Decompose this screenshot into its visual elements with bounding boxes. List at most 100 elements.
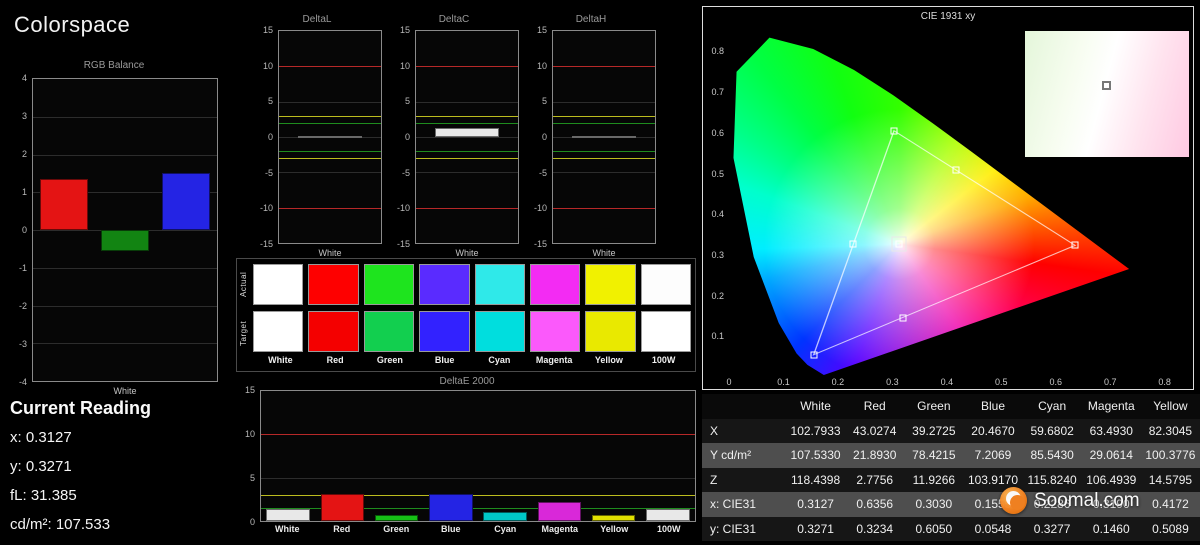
gridline bbox=[279, 172, 381, 173]
x-axis-label: White bbox=[32, 386, 218, 396]
table-value-cell: 39.2725 bbox=[904, 424, 963, 438]
swatch-target-red bbox=[308, 311, 358, 352]
watermark-text: Soomal.com bbox=[1034, 490, 1140, 512]
y-tick-label: -15 bbox=[260, 239, 273, 249]
table-value-cell: 63.4930 bbox=[1082, 424, 1141, 438]
swatch-grid bbox=[253, 264, 691, 352]
table-column-header: Magenta bbox=[1082, 399, 1141, 413]
y-tick-label: 10 bbox=[400, 61, 410, 71]
x-tick-label: 0.2 bbox=[832, 377, 845, 387]
y-axis: 151050-5-10-15 bbox=[387, 30, 413, 244]
y-tick-label: 0.1 bbox=[711, 331, 724, 341]
gridline bbox=[416, 172, 518, 173]
x-axis-label: Green bbox=[369, 524, 424, 534]
x-axis-labels: White bbox=[32, 386, 218, 398]
x-axis-label: Red bbox=[315, 524, 370, 534]
limit-line bbox=[416, 151, 518, 152]
y-tick-label: 5 bbox=[250, 473, 255, 483]
y-tick-label: 1 bbox=[22, 187, 27, 197]
y-tick-label: 0 bbox=[405, 132, 410, 142]
limit-line bbox=[553, 116, 655, 117]
y-tick-label: -10 bbox=[534, 203, 547, 213]
y-tick-label: -2 bbox=[19, 301, 27, 311]
x-tick-label: 0.4 bbox=[941, 377, 954, 387]
cie-1931-diagram: CIE 1931 xy 0.10.20.30.40.50.60.70.8 00.… bbox=[702, 6, 1194, 390]
y-tick-label: 0 bbox=[268, 132, 273, 142]
table-value-cell: 100.3776 bbox=[1141, 448, 1200, 462]
limit-line bbox=[553, 158, 655, 159]
table-value-cell: 85.5430 bbox=[1023, 448, 1082, 462]
table-row-label: y: CIE31 bbox=[702, 522, 786, 536]
y-tick-label: -1 bbox=[19, 263, 27, 273]
y-tick-label: -10 bbox=[260, 203, 273, 213]
delta-h-chart: DeltaH 151050-5-10-15 White bbox=[520, 12, 662, 266]
current-reading-heading: Current Reading bbox=[10, 398, 230, 419]
table-row-label: Z bbox=[702, 473, 786, 487]
swatch-row-labels: ActualTarget bbox=[239, 259, 252, 371]
table-value-cell: 2.7756 bbox=[845, 473, 904, 487]
y-tick-label: 10 bbox=[263, 61, 273, 71]
y-tick-label: 15 bbox=[537, 25, 547, 35]
table-value-cell: 0.3127 bbox=[786, 497, 845, 511]
bar-blue bbox=[429, 494, 472, 521]
table-value-cell: 106.4939 bbox=[1082, 473, 1141, 487]
limit-line bbox=[416, 208, 518, 209]
x-axis-label: Blue bbox=[424, 524, 479, 534]
swatch-actual-blue bbox=[419, 264, 469, 305]
x-tick-label: 0.6 bbox=[1049, 377, 1062, 387]
y-tick-label: 10 bbox=[245, 429, 255, 439]
swatch-actual-green bbox=[364, 264, 414, 305]
y-tick-label: 15 bbox=[245, 385, 255, 395]
x-axis-label: White bbox=[278, 248, 382, 258]
table-column-header: Red bbox=[845, 399, 904, 413]
table-value-cell: 107.5330 bbox=[786, 448, 845, 462]
y-tick-label: -3 bbox=[19, 339, 27, 349]
delta-e-2000-chart: DeltaE 2000 151050 WhiteRedGreenBlueCyan… bbox=[236, 374, 698, 538]
bar-100w bbox=[646, 509, 689, 521]
gridline bbox=[33, 343, 217, 344]
swatch-column-label: White bbox=[253, 355, 308, 365]
y-axis: 151050-5-10-15 bbox=[524, 30, 550, 244]
gridline bbox=[33, 117, 217, 118]
y-tick-label: -4 bbox=[19, 377, 27, 387]
x-axis-label: 100W bbox=[642, 524, 697, 534]
table-column-header: Cyan bbox=[1023, 399, 1082, 413]
bar-green bbox=[101, 230, 149, 251]
table-value-cell: 102.7933 bbox=[786, 424, 845, 438]
gridline bbox=[33, 155, 217, 156]
gridline bbox=[553, 102, 655, 103]
cie-marker-magenta bbox=[899, 314, 906, 321]
swatch-column-label: Red bbox=[308, 355, 363, 365]
table-value-cell: 0.5089 bbox=[1141, 522, 1200, 536]
color-swatch-panel: ActualTarget WhiteRedGreenBlueCyanMagent… bbox=[236, 258, 696, 372]
plot-area bbox=[278, 30, 382, 244]
table-value-cell: 11.9266 bbox=[904, 473, 963, 487]
table-value-cell: 82.3045 bbox=[1141, 424, 1200, 438]
plot-area bbox=[415, 30, 519, 244]
rgb-balance-chart: RGB Balance 43210-1-2-3-4 White bbox=[8, 58, 220, 400]
table-value-cell: 0.3234 bbox=[845, 522, 904, 536]
swatch-actual-yellow bbox=[585, 264, 635, 305]
table-value-cell: 115.8240 bbox=[1023, 473, 1082, 487]
reading-fl: fL: 31.385 bbox=[10, 487, 230, 504]
table-value-cell: 0.4172 bbox=[1141, 497, 1200, 511]
chart-title: DeltaL bbox=[246, 14, 388, 25]
reading-y: y: 0.3271 bbox=[10, 458, 230, 475]
swatch-target-yellow bbox=[585, 311, 635, 352]
bar-white bbox=[266, 509, 309, 521]
bar-white bbox=[572, 136, 635, 138]
chart-title: DeltaE 2000 bbox=[236, 376, 698, 387]
white-point-zoom-inset bbox=[1025, 31, 1189, 157]
gridline bbox=[261, 478, 695, 479]
swatch-column-labels: WhiteRedGreenBlueCyanMagentaYellow100W bbox=[253, 355, 691, 365]
swatch-column-label: 100W bbox=[636, 355, 691, 365]
y-tick-label: 15 bbox=[263, 25, 273, 35]
plot-area bbox=[552, 30, 656, 244]
measurement-table: WhiteRedGreenBlueCyanMagentaYellowX102.7… bbox=[702, 394, 1200, 541]
swatch-target-magenta bbox=[530, 311, 580, 352]
reading-x: x: 0.3127 bbox=[10, 429, 230, 446]
x-tick-label: 0.8 bbox=[1158, 377, 1171, 387]
y-tick-label: -15 bbox=[397, 239, 410, 249]
y-tick-label: 2 bbox=[22, 149, 27, 159]
y-tick-label: 0.8 bbox=[711, 46, 724, 56]
